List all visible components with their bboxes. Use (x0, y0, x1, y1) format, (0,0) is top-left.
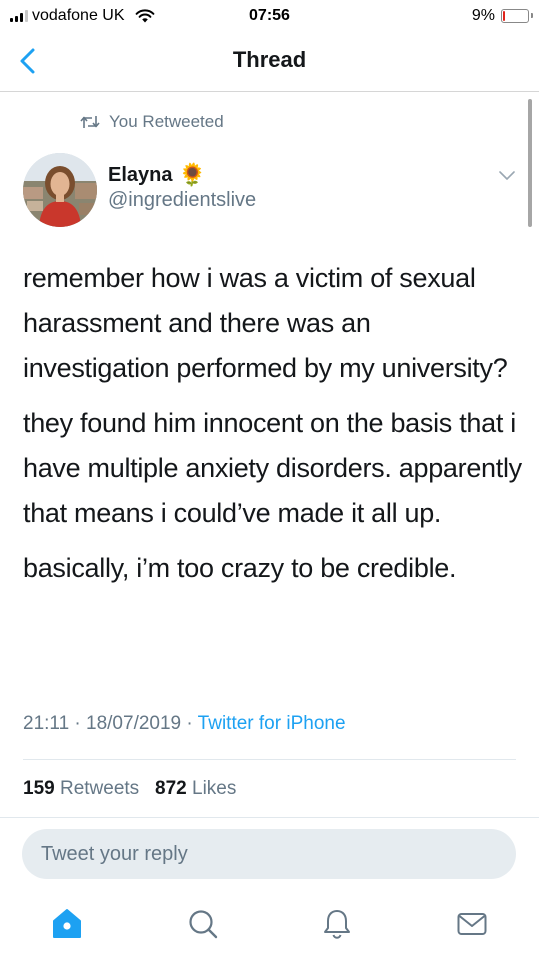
search-icon (189, 910, 218, 939)
tweet-paragraph: basically, i’m too crazy to be credible. (23, 553, 457, 583)
reply-input[interactable]: Tweet your reply (22, 829, 516, 879)
home-icon (53, 909, 81, 938)
like-count: 872 (155, 778, 187, 799)
tweet-paragraph: they found him innocent on the basis tha… (23, 408, 522, 528)
retweet-icon (80, 116, 100, 128)
tab-notifications[interactable] (320, 907, 354, 941)
avatar[interactable] (23, 153, 97, 227)
author-display-name: Elayna (108, 163, 173, 186)
nav-bar: Thread (0, 32, 539, 92)
retweet-context: You Retweeted (80, 112, 224, 132)
avatar-photo (23, 153, 97, 227)
likes-label: Likes (192, 778, 237, 799)
status-bar: vodafone UK 07:56 9% (0, 0, 539, 32)
author-handle[interactable]: @ingredientslive (108, 189, 256, 212)
chevron-down-icon[interactable] (497, 168, 517, 182)
tweet-source-link[interactable]: Twitter for iPhone (198, 713, 346, 734)
tweet-meta: 21:11 · 18/07/2019 · Twitter for iPhone (23, 713, 346, 735)
divider (23, 759, 516, 760)
tweet-text: remember how i was a victim of sexual ha… (23, 256, 523, 601)
scroll-indicator[interactable] (528, 99, 532, 227)
author-name[interactable]: Elayna 🌻 (108, 162, 206, 188)
mail-icon (457, 913, 487, 935)
battery-percent: 9% (471, 7, 495, 24)
tweet-paragraph: remember how i was a victim of sexual ha… (23, 263, 508, 383)
retweet-count: 159 (23, 778, 55, 799)
divider (0, 817, 539, 818)
tab-home[interactable] (50, 907, 84, 941)
likes-count-link[interactable]: 872 Likes (155, 778, 236, 799)
retweets-count-link[interactable]: 159 Retweets (23, 778, 139, 799)
tab-search[interactable] (186, 907, 220, 941)
tweet-timestamp: 21:11 · 18/07/2019 (23, 713, 182, 734)
retweets-label: Retweets (59, 778, 140, 799)
page-title: Thread (232, 47, 307, 72)
status-bar-right: 9% (471, 7, 533, 25)
tab-messages[interactable] (455, 907, 489, 941)
bell-icon (324, 910, 350, 939)
tab-bar (0, 895, 539, 960)
battery-level (503, 11, 505, 21)
retweet-context-label: You Retweeted (109, 112, 224, 131)
tweet-stats: 159 Retweets 872 Likes (23, 778, 236, 800)
battery-icon (501, 9, 533, 23)
status-time: 07:56 (249, 7, 290, 24)
meta-separator: · (181, 713, 198, 734)
sunflower-emoji-icon: 🌻 (178, 162, 206, 187)
